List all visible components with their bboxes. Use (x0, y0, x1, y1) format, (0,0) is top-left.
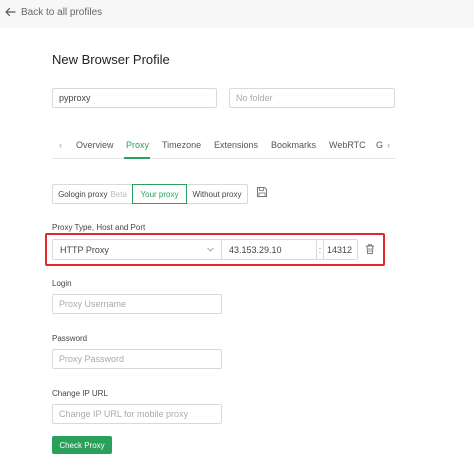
check-proxy-button[interactable]: Check Proxy (52, 436, 112, 454)
profile-name-field[interactable] (52, 88, 217, 108)
active-tab-indicator (124, 157, 150, 159)
beta-badge: Beta (110, 189, 127, 199)
tab-extensions[interactable]: Extensions (214, 140, 258, 150)
proxy-type-value: HTTP Proxy (60, 244, 109, 255)
change-ip-url-input[interactable] (59, 409, 215, 419)
proxy-port-value: 14312 (327, 244, 353, 255)
login-label: Login (52, 279, 72, 288)
top-bar: Back to all profiles (0, 0, 474, 28)
proxy-password-input[interactable] (59, 354, 215, 364)
password-field[interactable] (52, 349, 222, 369)
tabs-scroll-left-icon[interactable]: ‹ (59, 140, 62, 150)
password-label: Password (52, 334, 88, 343)
proxy-port-input[interactable]: 14312 (323, 239, 358, 260)
tab-bookmarks[interactable]: Bookmarks (271, 140, 316, 150)
proxy-mode-toggle: Gologin proxy Beta Your proxy Without pro… (52, 184, 248, 204)
back-link-label: Back to all profiles (21, 6, 103, 18)
gologin-proxy-button[interactable]: Gologin proxy Beta (52, 184, 133, 204)
tab-proxy[interactable]: Proxy (126, 140, 149, 150)
tab-webrtc[interactable]: WebRTC (329, 140, 366, 150)
proxy-username-input[interactable] (59, 299, 215, 309)
tab-g-truncated[interactable]: G (376, 140, 383, 150)
tab-timezone[interactable]: Timezone (162, 140, 201, 150)
login-field[interactable] (52, 294, 222, 314)
profile-name-input[interactable] (59, 93, 210, 103)
save-icon[interactable] (256, 186, 268, 198)
your-proxy-label: Your proxy (140, 189, 179, 199)
without-proxy-button[interactable]: Without proxy (186, 184, 248, 204)
back-to-profiles-link[interactable]: Back to all profiles (4, 4, 102, 20)
trash-icon[interactable] (364, 243, 376, 255)
proxy-section-label: Proxy Type, Host and Port (52, 223, 146, 232)
folder-input[interactable] (236, 93, 388, 103)
your-proxy-button[interactable]: Your proxy (132, 184, 187, 204)
proxy-host-input[interactable]: 43.153.29.10 (221, 239, 317, 260)
page-title: New Browser Profile (52, 52, 170, 67)
profile-tabs: ‹ Overview Proxy Timezone Extensions Boo… (52, 137, 396, 159)
tabs-scroll-right-icon[interactable]: › (387, 140, 390, 150)
proxy-host-value: 43.153.29.10 (229, 244, 282, 255)
tab-overview[interactable]: Overview (76, 140, 114, 150)
arrow-left-icon (5, 7, 16, 17)
without-proxy-label: Without proxy (192, 189, 242, 199)
chevron-down-icon (207, 247, 214, 252)
change-ip-label: Change IP URL (52, 389, 108, 398)
change-ip-field[interactable] (52, 404, 222, 424)
proxy-type-select[interactable]: HTTP Proxy (52, 239, 222, 260)
folder-select[interactable] (229, 88, 395, 108)
gologin-proxy-label: Gologin proxy (58, 189, 108, 199)
